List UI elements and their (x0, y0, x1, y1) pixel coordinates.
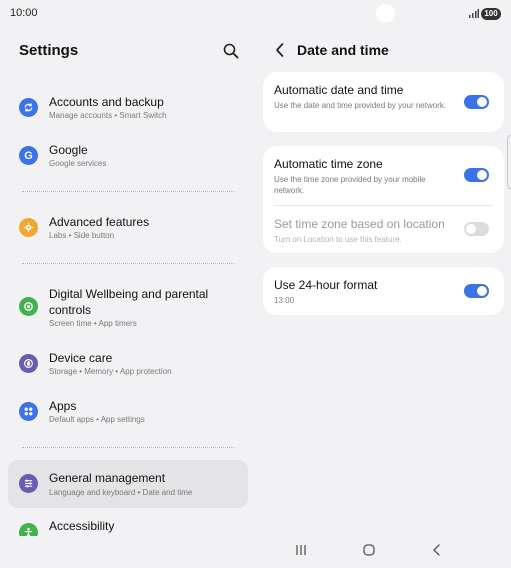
status-time: 10:00 (10, 7, 38, 19)
page-title: Date and time (297, 42, 389, 58)
settings-item-general-management[interactable]: General management Language and keyboard… (8, 460, 248, 508)
home-icon[interactable] (362, 543, 376, 557)
card-24-hour: Use 24-hour format 13:00 (263, 267, 504, 315)
setting-automatic-time-zone[interactable]: Automatic time zone Use the time zone pr… (274, 157, 454, 196)
item-subtitle: Google services (49, 159, 107, 168)
card-automatic-date: Automatic date and time Use the date and… (263, 72, 504, 132)
settings-item-apps[interactable]: Apps Default apps • App settings (8, 395, 248, 433)
status-bar: 10:00 100 (0, 0, 511, 28)
item-subtitle: Manage accounts • Smart Switch (49, 111, 167, 120)
settings-item-accounts-backup[interactable]: Accounts and backup Manage accounts • Sm… (8, 91, 248, 129)
front-camera (376, 4, 395, 23)
setting-title: Use 24-hour format (274, 278, 378, 292)
divider (22, 263, 234, 264)
item-subtitle: Default apps • App settings (49, 415, 145, 424)
setting-subtitle: Use the date and time provided by your n… (274, 101, 447, 110)
settings-item-accessibility[interactable]: Accessibility (8, 516, 248, 536)
item-title-line2: controls (49, 303, 92, 317)
sliders-icon (19, 474, 38, 493)
item-title: Accounts and backup (49, 95, 164, 109)
divider (274, 205, 493, 206)
divider (22, 191, 234, 192)
settings-title: Settings (19, 42, 79, 59)
setting-title: Automatic time zone (274, 157, 383, 171)
item-subtitle: Labs • Side button (49, 231, 115, 240)
setting-subtitle: Use the time zone provided by your mobil… (274, 175, 426, 195)
accessibility-icon (19, 523, 38, 536)
toggle-automatic-time-zone[interactable] (464, 168, 489, 182)
item-title: General management (49, 471, 166, 485)
item-title: Advanced features (49, 215, 150, 229)
setting-location-time-zone[interactable]: Set time zone based on location Turn on … (274, 217, 454, 245)
google-icon: G (19, 146, 38, 165)
recents-icon[interactable] (294, 543, 308, 557)
setting-title: Set time zone based on location (274, 217, 445, 231)
signal-icon (469, 9, 479, 18)
edge-panel-handle[interactable] (507, 134, 511, 190)
settings-item-advanced-features[interactable]: Advanced features Labs • Side button (8, 211, 248, 249)
card-time-zone: Automatic time zone Use the time zone pr… (263, 146, 504, 253)
setting-24-hour-format[interactable]: Use 24-hour format 13:00 (274, 278, 454, 306)
gear-plus-icon (19, 218, 38, 237)
sync-icon (19, 98, 38, 117)
settings-item-digital-wellbeing[interactable]: Digital Wellbeing and parental controls … (8, 283, 248, 333)
divider (22, 447, 234, 448)
wellbeing-icon (19, 297, 38, 316)
settings-item-device-care[interactable]: Device care Storage • Memory • App prote… (8, 347, 248, 385)
item-title: Device care (49, 351, 113, 365)
apps-icon (19, 402, 38, 421)
item-subtitle: Storage • Memory • App protection (49, 367, 172, 376)
setting-title: Automatic date and time (274, 83, 404, 97)
item-title: Apps (49, 399, 77, 413)
item-title: Accessibility (49, 519, 115, 533)
battery-icon: 100 (481, 8, 501, 20)
setting-automatic-date-time[interactable]: Automatic date and time Use the date and… (274, 83, 454, 111)
toggle-automatic-date-time[interactable] (464, 95, 489, 109)
toggle-location-time-zone[interactable] (464, 222, 489, 236)
item-subtitle: Screen time • App timers (49, 319, 137, 328)
settings-item-google[interactable]: G Google Google services (8, 139, 248, 177)
setting-subtitle: Turn on Location to use this feature. (274, 235, 402, 244)
item-title-line1: Digital Wellbeing and parental (49, 287, 209, 301)
item-title: Google (49, 143, 88, 157)
back-icon[interactable] (430, 543, 444, 557)
device-care-icon (19, 354, 38, 373)
toggle-24-hour-format[interactable] (464, 284, 489, 298)
search-icon[interactable] (222, 42, 240, 60)
back-arrow-icon[interactable] (273, 42, 287, 58)
item-subtitle: Language and keyboard • Date and time (49, 488, 193, 497)
setting-subtitle: 13:00 (274, 296, 295, 305)
